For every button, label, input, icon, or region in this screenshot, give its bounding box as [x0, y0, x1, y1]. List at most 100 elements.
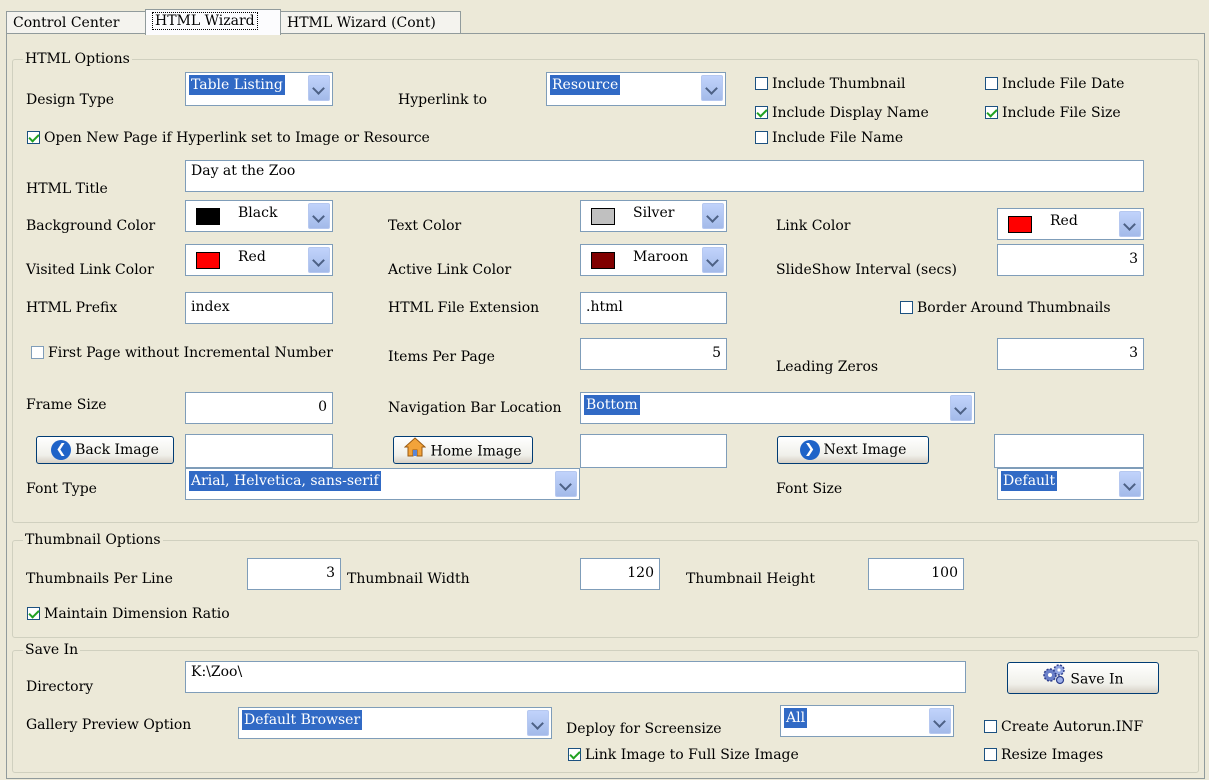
checkbox-box[interactable] [27, 607, 40, 620]
color-swatch [196, 208, 220, 225]
checkbox-box[interactable] [984, 720, 997, 733]
home-image-label: Home Image [430, 443, 522, 460]
chevron-down-icon[interactable] [702, 247, 724, 273]
design-type-select[interactable]: Table Listing [185, 72, 333, 106]
visited-link-color-label: Visited Link Color [26, 262, 154, 278]
include-file-name-label: Include File Name [772, 130, 904, 146]
link-full-size-checkbox[interactable]: Link Image to Full Size Image [568, 747, 799, 763]
create-autorun-checkbox[interactable]: Create Autorun.INF [984, 719, 1143, 735]
thumbnail-options-legend: Thumbnail Options [23, 532, 163, 548]
maintain-dimension-ratio-checkbox[interactable]: Maintain Dimension Ratio [27, 606, 230, 622]
save-in-button[interactable]: Save In [1007, 662, 1159, 694]
tab-control-center[interactable]: Control Center [6, 11, 147, 33]
resize-images-label: Resize Images [1001, 747, 1104, 763]
home-image-button[interactable]: Home Image [393, 436, 533, 464]
design-type-value: Table Listing [189, 75, 285, 95]
next-arrow-icon: ❯ [799, 440, 820, 460]
include-file-size-checkbox[interactable]: Include File Size [985, 105, 1121, 121]
html-title-input[interactable]: Day at the Zoo [185, 160, 1144, 192]
include-display-name-label: Include Display Name [772, 105, 929, 121]
include-thumbnail-checkbox[interactable]: Include Thumbnail [755, 76, 906, 92]
chevron-down-icon[interactable] [702, 203, 724, 229]
visited-link-color-select[interactable]: Red [185, 244, 333, 276]
back-arrow-icon: ❮ [51, 440, 72, 460]
chevron-down-icon[interactable] [950, 395, 972, 421]
color-swatch [1008, 216, 1032, 233]
include-thumbnail-label: Include Thumbnail [772, 76, 906, 92]
items-per-page-input[interactable]: 5 [580, 338, 727, 370]
back-image-button[interactable]: ❮ Back Image [36, 436, 174, 464]
directory-label: Directory [26, 679, 94, 695]
background-color-value: Black [238, 205, 278, 221]
html-title-label: HTML Title [26, 181, 108, 197]
thumbnails-per-line-label: Thumbnails Per Line [26, 571, 173, 587]
thumbnail-height-label: Thumbnail Height [686, 571, 815, 587]
hyperlink-value: Resource [550, 75, 621, 95]
thumbnails-per-line-input[interactable]: 3 [247, 558, 341, 590]
chevron-down-icon[interactable] [555, 471, 577, 497]
next-image-button[interactable]: ❯ Next Image [777, 436, 929, 464]
link-color-select[interactable]: Red [997, 208, 1144, 240]
checkbox-box[interactable] [31, 346, 44, 359]
thumbnail-width-input[interactable]: 120 [580, 558, 660, 590]
tab-html-wizard[interactable]: HTML Wizard [145, 9, 281, 35]
resize-images-checkbox[interactable]: Resize Images [984, 747, 1103, 763]
deploy-screensize-select[interactable]: All [780, 705, 954, 737]
include-display-name-checkbox[interactable]: Include Display Name [755, 105, 929, 121]
chevron-down-icon[interactable] [1119, 471, 1141, 497]
link-full-size-label: Link Image to Full Size Image [585, 747, 799, 763]
leading-zeros-label: Leading Zeros [776, 359, 879, 375]
chevron-down-icon[interactable] [527, 710, 549, 736]
html-file-extension-input[interactable]: .html [580, 292, 727, 324]
font-size-label: Font Size [776, 481, 843, 497]
items-per-page-label: Items Per Page [388, 349, 495, 365]
include-file-name-checkbox[interactable]: Include File Name [755, 130, 903, 146]
gears-icon [1042, 663, 1066, 696]
chevron-down-icon[interactable] [701, 75, 723, 101]
chevron-down-icon[interactable] [929, 708, 951, 734]
checkbox-box[interactable] [900, 301, 913, 314]
border-around-thumbnails-checkbox[interactable]: Border Around Thumbnails [900, 300, 1111, 316]
checkbox-box[interactable] [568, 748, 581, 761]
chevron-down-icon[interactable] [308, 75, 330, 101]
html-file-extension-label: HTML File Extension [388, 300, 540, 316]
background-color-select[interactable]: Black [185, 200, 333, 232]
first-page-checkbox[interactable]: First Page without Incremental Number [31, 345, 333, 361]
open-new-page-label: Open New Page if Hyperlink set to Image … [44, 130, 430, 146]
font-type-select[interactable]: Arial, Helvetica, sans-serif [185, 468, 580, 500]
next-image-input[interactable] [994, 434, 1144, 468]
checkbox-box[interactable] [755, 77, 768, 90]
html-prefix-input[interactable]: index [185, 292, 333, 324]
slideshow-interval-input[interactable]: 3 [997, 244, 1144, 276]
hyperlink-select[interactable]: Resource [546, 72, 726, 106]
navigation-bar-location-select[interactable]: Bottom [580, 392, 975, 424]
chevron-down-icon[interactable] [1119, 211, 1141, 237]
active-link-color-label: Active Link Color [388, 262, 512, 278]
chevron-down-icon[interactable] [308, 247, 330, 273]
tab-html-wizard-cont[interactable]: HTML Wizard (Cont) [280, 11, 461, 33]
border-around-thumbnails-label: Border Around Thumbnails [917, 300, 1111, 316]
link-color-label: Link Color [776, 218, 851, 234]
open-new-page-checkbox[interactable]: Open New Page if Hyperlink set to Image … [27, 130, 430, 146]
font-size-select[interactable]: Default [997, 468, 1144, 500]
text-color-select[interactable]: Silver [580, 200, 727, 232]
back-image-input[interactable] [185, 434, 333, 468]
maintain-dimension-ratio-label: Maintain Dimension Ratio [44, 606, 230, 622]
gallery-preview-select[interactable]: Default Browser [238, 707, 552, 739]
checkbox-box[interactable] [755, 106, 768, 119]
include-file-date-checkbox[interactable]: Include File Date [985, 76, 1124, 92]
frame-size-input[interactable]: 0 [185, 392, 333, 424]
thumbnail-height-input[interactable]: 100 [868, 558, 964, 590]
checkbox-box[interactable] [985, 106, 998, 119]
home-image-input[interactable] [580, 434, 727, 468]
background-color-label: Background Color [26, 218, 156, 234]
chevron-down-icon[interactable] [308, 203, 330, 229]
checkbox-box[interactable] [984, 748, 997, 761]
checkbox-box[interactable] [27, 131, 40, 144]
leading-zeros-input[interactable]: 3 [997, 338, 1144, 370]
active-link-color-select[interactable]: Maroon [580, 244, 727, 276]
checkbox-box[interactable] [755, 131, 768, 144]
checkbox-box[interactable] [985, 77, 998, 90]
directory-input[interactable]: K:\Zoo\ [185, 661, 966, 693]
color-swatch [591, 208, 615, 225]
